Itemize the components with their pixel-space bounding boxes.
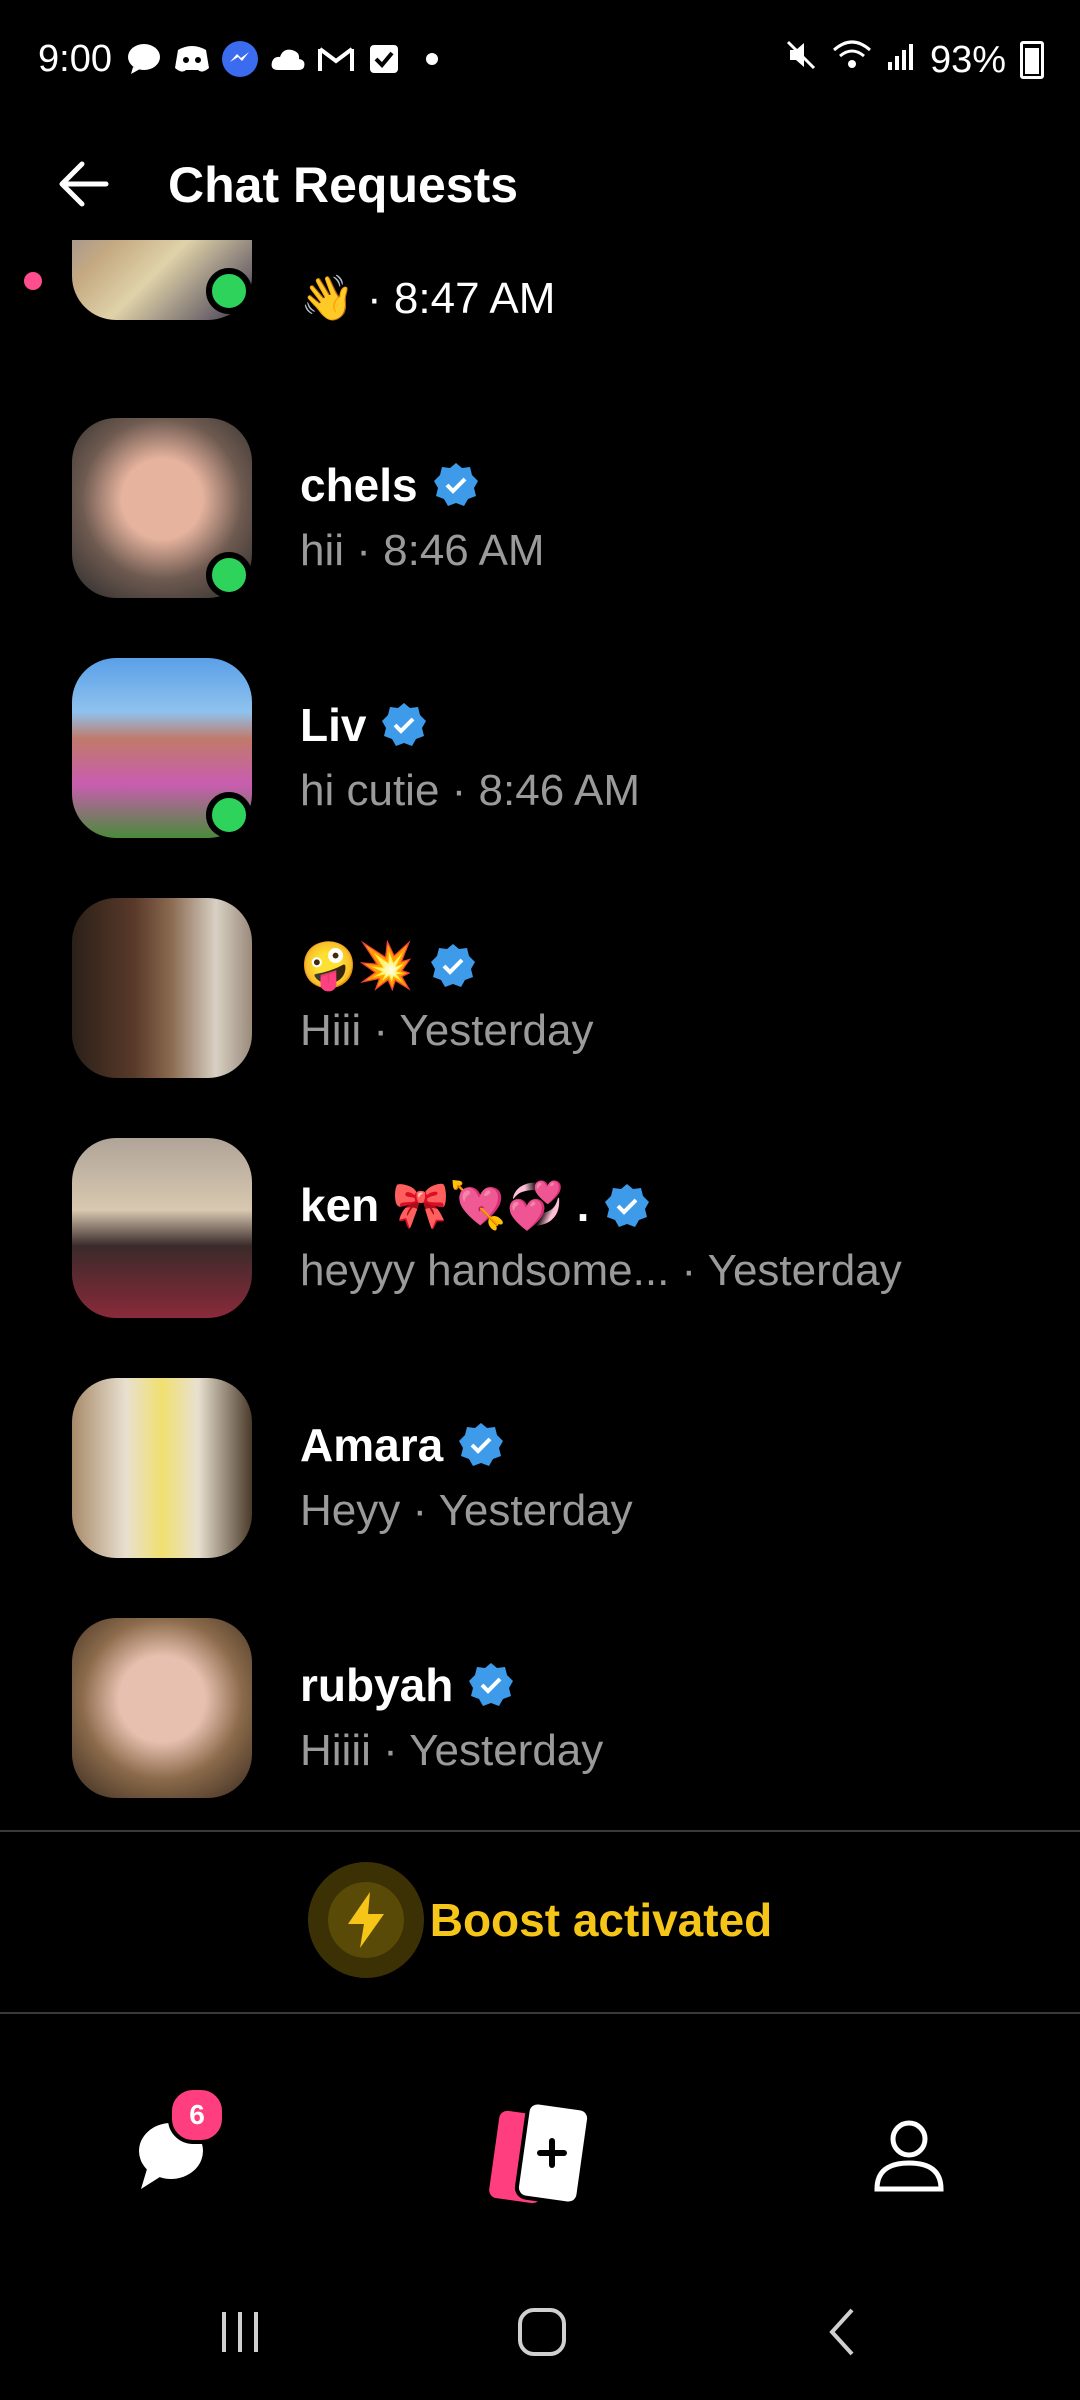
list-item[interactable]: Liv hi cutie · 8:46 AM <box>0 658 1080 898</box>
avatar <box>72 1618 252 1798</box>
avatar <box>72 1378 252 1558</box>
cards-icon <box>489 2100 592 2206</box>
online-indicator <box>206 792 252 838</box>
list-item[interactable]: 👋 · 8:47 AM <box>0 240 1080 350</box>
boost-label: Boost activated <box>429 1894 773 1946</box>
list-item[interactable]: Amara Heyy · Yesterday <box>0 1378 1080 1618</box>
chat-requests-list[interactable]: 👋 · 8:47 AM chels hii · 8:46 AM Liv hi c… <box>0 240 1080 1830</box>
list-item[interactable]: rubyah Hiiii · Yesterday <box>0 1618 1080 1830</box>
message-preview: Hiii · Yesterday <box>300 1006 594 1055</box>
message-preview: 👋 · 8:47 AM <box>300 274 556 323</box>
online-indicator <box>206 552 252 598</box>
profile-icon <box>874 2120 944 2192</box>
message-preview: Hiiii · Yesterday <box>300 1726 604 1775</box>
verified-icon <box>382 703 427 746</box>
messenger-icon <box>222 41 258 77</box>
bottom-nav: 6 <box>0 2020 1080 2250</box>
divider <box>0 2012 1080 2014</box>
avatar <box>72 898 252 1078</box>
page-title: Chat Requests <box>168 157 519 213</box>
contact-name: ken 🎀💘💞 . <box>300 1178 651 1233</box>
list-item[interactable]: ken 🎀💘💞 . heyyy handsome... · Yesterday <box>0 1138 1080 1378</box>
message-preview: heyyy handsome... · Yesterday <box>300 1246 902 1295</box>
status-bar: 9:00 93% <box>0 0 1080 120</box>
contact-name: 🤪💥 <box>300 938 477 993</box>
verified-icon <box>469 1663 514 1706</box>
verified-icon <box>459 1423 504 1466</box>
contact-name: rubyah <box>300 1658 515 1712</box>
message-preview: Heyy · Yesterday <box>300 1486 633 1535</box>
messages-icon <box>126 42 162 76</box>
battery-percent: 93% <box>929 38 1006 81</box>
dot-icon <box>414 42 450 76</box>
discord-icon <box>174 42 210 76</box>
signal-icon <box>886 39 916 82</box>
cloud-icon <box>270 42 306 76</box>
avatar <box>72 1138 252 1318</box>
verified-icon <box>433 463 478 506</box>
contact-name: Liv <box>300 698 428 752</box>
header: Chat Requests <box>0 130 1080 240</box>
online-indicator <box>206 268 252 314</box>
contact-name: Amara <box>300 1418 505 1472</box>
recents-button[interactable] <box>200 2292 280 2372</box>
boost-icon-wrap <box>307 1862 424 1978</box>
wifi-icon <box>832 38 872 82</box>
verified-icon <box>605 1183 650 1227</box>
mute-icon <box>784 38 818 82</box>
back-arrow-icon <box>59 161 109 207</box>
verified-icon <box>430 943 475 987</box>
chevron-left-icon <box>829 2308 854 2356</box>
gmail-icon <box>318 42 354 76</box>
system-nav <box>0 2270 1080 2400</box>
home-button[interactable] <box>502 2292 582 2372</box>
nav-discover[interactable] <box>475 2090 605 2220</box>
status-time: 9:00 <box>38 38 112 80</box>
contact-name: chels <box>300 458 480 512</box>
nav-chats[interactable]: 6 <box>106 2086 236 2220</box>
battery-icon <box>1020 41 1044 79</box>
divider <box>0 1830 1080 1832</box>
list-item[interactable]: 🤪💥 Hiii · Yesterday <box>0 898 1080 1138</box>
boost-banner[interactable]: Boost activated <box>0 1862 1080 1978</box>
notification-icons <box>126 41 450 77</box>
unread-dot <box>24 272 42 290</box>
recents-icon <box>222 2312 258 2352</box>
status-right: 93% <box>784 38 1044 82</box>
tasks-icon <box>366 42 402 76</box>
lightning-icon <box>347 1892 384 1948</box>
message-preview: hii · 8:46 AM <box>300 526 545 575</box>
unread-badge: 6 <box>168 2086 226 2144</box>
system-back-button[interactable] <box>804 2292 884 2372</box>
message-preview: hi cutie · 8:46 AM <box>300 766 640 815</box>
nav-profile[interactable] <box>844 2090 974 2220</box>
list-item[interactable]: chels hii · 8:46 AM <box>0 418 1080 658</box>
back-button[interactable] <box>54 152 118 216</box>
home-icon <box>518 2308 566 2356</box>
